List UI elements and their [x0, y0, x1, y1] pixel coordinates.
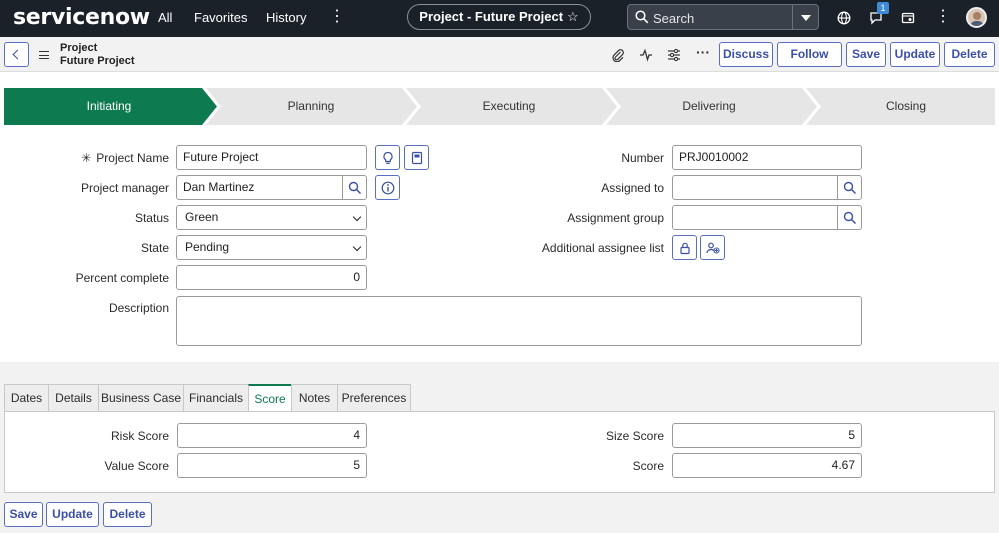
stage-initiating[interactable]: Initiating	[4, 99, 214, 113]
lock-icon	[680, 242, 690, 255]
globe-icon[interactable]	[837, 11, 851, 25]
record-title: Project Future Project	[60, 42, 135, 68]
status-label: Status	[134, 211, 169, 225]
size-score-label: Size Score	[605, 429, 664, 443]
favorite-star-icon[interactable]: ☆	[567, 9, 579, 24]
tab-dates[interactable]: Dates	[4, 384, 49, 411]
suggestion-button[interactable]	[375, 145, 400, 170]
servicenow-logo[interactable]: servicenow	[13, 5, 150, 30]
info-icon	[381, 181, 395, 195]
assignment-group-label: Assignment group	[567, 211, 664, 225]
assignment-group-lookup-button[interactable]	[837, 205, 862, 230]
assigned-to-field[interactable]	[672, 175, 838, 200]
tab-preferences[interactable]: Preferences	[337, 384, 411, 411]
global-search[interactable]: Search	[627, 4, 819, 30]
assignment-group-field[interactable]	[672, 205, 838, 230]
stage-closing[interactable]: Closing	[806, 99, 999, 113]
tab-financials[interactable]: Financials	[183, 384, 249, 411]
tab-business-case[interactable]: Business Case	[98, 384, 184, 411]
more-menu-icon[interactable]: ⋮	[329, 9, 345, 25]
process-flow: Initiating Planning Executing Delivering…	[4, 88, 995, 125]
form-header: Project Future Project ··· Discuss Follo…	[0, 37, 999, 72]
record-context-pill[interactable]: Project - Future Project ☆	[407, 4, 591, 30]
delete-button[interactable]: Delete	[944, 42, 995, 67]
connect-sidebar-icon[interactable]	[901, 11, 915, 25]
attachment-icon[interactable]	[611, 48, 625, 62]
assigned-to-lookup-button[interactable]	[837, 175, 862, 200]
notification-badge: 1	[877, 2, 889, 14]
save-button[interactable]: Save	[846, 42, 886, 67]
top-navigation-bar: servicenow All Favorites History ⋮ Proje…	[0, 0, 999, 37]
update-button[interactable]: Update	[890, 42, 940, 67]
search-icon	[843, 211, 857, 225]
context-menu-icon[interactable]	[39, 51, 49, 59]
record-name: Future Project	[60, 55, 135, 67]
percent-complete-label: Percent complete	[75, 271, 169, 285]
search-icon	[348, 181, 362, 195]
stage-executing[interactable]: Executing	[404, 99, 614, 113]
description-label: Description	[108, 301, 169, 315]
nav-all[interactable]: All	[158, 10, 172, 25]
additional-assignee-label: Additional assignee list	[541, 241, 664, 255]
record-type: Project	[60, 42, 98, 54]
discuss-button[interactable]: Discuss	[719, 42, 773, 67]
percent-complete-field[interactable]: 0	[176, 265, 367, 290]
description-field[interactable]	[176, 296, 862, 346]
add-me-button[interactable]	[700, 235, 725, 260]
assigned-to-label: Assigned to	[601, 181, 664, 195]
activity-icon[interactable]	[639, 48, 653, 62]
status-select[interactable]: Green	[176, 205, 367, 230]
score-label: Score	[632, 459, 664, 473]
risk-score-field[interactable]: 4	[177, 423, 367, 448]
stage-delivering[interactable]: Delivering	[604, 99, 814, 113]
score-field[interactable]: 4.67	[672, 453, 862, 478]
record-context-label: Project - Future Project	[419, 9, 564, 24]
project-manager-field[interactable]: Dan Martinez	[176, 175, 343, 200]
add-user-icon	[706, 242, 720, 254]
project-manager-lookup-button[interactable]	[342, 175, 367, 200]
nav-favorites[interactable]: Favorites	[194, 10, 247, 25]
lightbulb-icon	[383, 151, 393, 164]
project-name-label: ✳ Project Name	[81, 151, 169, 165]
search-placeholder: Search	[653, 11, 695, 26]
stage-planning[interactable]: Planning	[206, 99, 416, 113]
project-manager-label: Project manager	[80, 181, 169, 195]
more-options-icon[interactable]: ···	[696, 44, 710, 60]
required-icon: ✳	[81, 151, 92, 165]
footer-save-button[interactable]: Save	[4, 502, 43, 527]
translation-button[interactable]	[404, 145, 429, 170]
footer-update-button[interactable]: Update	[46, 502, 99, 527]
state-label: State	[140, 241, 169, 255]
number-field[interactable]: PRJ0010002	[672, 145, 862, 170]
user-avatar[interactable]	[966, 7, 987, 28]
book-icon	[411, 151, 423, 165]
value-score-field[interactable]: 5	[177, 453, 367, 478]
nav-history[interactable]: History	[266, 10, 306, 25]
tab-notes[interactable]: Notes	[291, 384, 338, 411]
size-score-field[interactable]: 5	[672, 423, 862, 448]
follow-button[interactable]: Follow	[777, 42, 842, 67]
search-icon	[843, 181, 857, 195]
tab-score[interactable]: Score	[248, 384, 292, 412]
search-icon	[635, 10, 649, 24]
user-menu-more-icon[interactable]: ⋮	[935, 9, 951, 25]
unlock-assignee-list-button[interactable]	[672, 235, 697, 260]
back-button[interactable]	[4, 42, 29, 67]
tab-details[interactable]: Details	[48, 384, 99, 411]
footer-delete-button[interactable]: Delete	[103, 502, 152, 527]
number-label: Number	[621, 151, 664, 165]
personalize-form-icon[interactable]	[667, 48, 681, 62]
preview-record-button[interactable]	[375, 175, 400, 200]
value-score-label: Value Score	[104, 459, 169, 473]
risk-score-label: Risk Score	[110, 429, 169, 443]
state-select[interactable]: Pending	[176, 235, 367, 260]
search-scope-dropdown[interactable]	[792, 5, 818, 29]
project-name-field[interactable]: Future Project	[176, 145, 367, 170]
